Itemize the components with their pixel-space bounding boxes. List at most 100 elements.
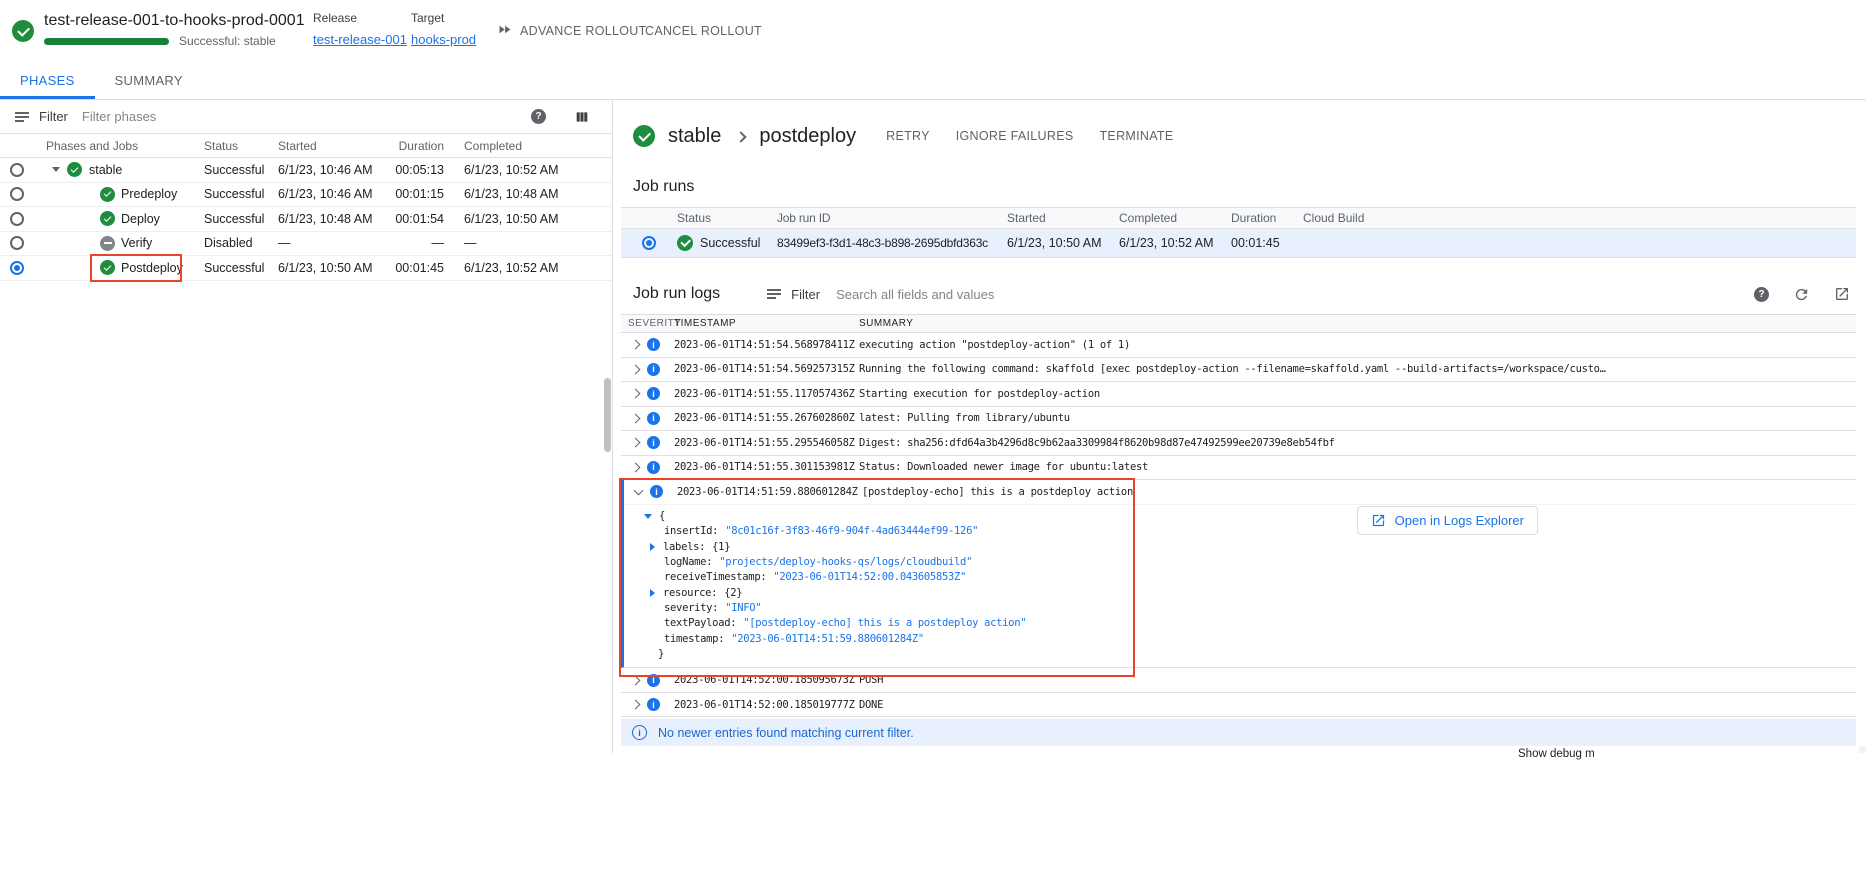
radio-selected-icon[interactable] [642,236,656,250]
collapse-chevron-icon[interactable] [634,485,644,495]
log-summary: Running the following command: skaffold … [859,363,1856,375]
retry-button[interactable]: RETRY [886,129,930,143]
filter-phases-input[interactable] [82,109,531,124]
cancel-rollout-button[interactable]: CANCEL ROLLOUT [645,18,762,44]
refresh-button[interactable] [1793,286,1810,303]
target-block: Target hooks-prod [411,11,476,47]
show-debug-toggle[interactable]: Show debug m [1518,748,1595,760]
open-in-new-button[interactable] [1834,286,1850,302]
job-detail-header: stable postdeploy RETRY IGNORE FAILURES … [633,122,1866,150]
job-run-logs-header: Job run logs Filter [633,276,1856,312]
release-link[interactable]: test-release-001 [313,32,407,47]
radio-icon[interactable] [10,236,24,250]
log-entry-row-expanded[interactable]: 2023-06-01T14:51:59.880601284Z [postdepl… [624,480,1856,505]
tab-phases-label: PHASES [20,73,75,88]
log-json-payload: { insertId:"8c01c16f-3f83-46f9-904f-4ad6… [624,505,1856,668]
target-link[interactable]: hooks-prod [411,32,476,47]
job-row-deploy[interactable]: Deploy Successful 6/1/23, 10:48 AM 00:01… [0,207,612,232]
success-icon [677,235,693,251]
job-run-completed: 6/1/23, 10:52 AM [1119,236,1231,250]
json-value: "[postdeploy-echo] this is a postdeploy … [743,617,1026,629]
column-settings-icon[interactable] [574,109,590,125]
log-entry-expanded: 2023-06-01T14:51:59.880601284Z [postdepl… [621,480,1856,668]
log-summary: [postdeploy-echo] this is a postdeploy a… [862,486,1856,498]
log-summary: Status: Downloaded newer image for ubunt… [859,461,1856,473]
job-run-started: 6/1/23, 10:50 AM [1007,236,1119,250]
expand-chevron-icon[interactable] [631,413,641,423]
target-label: Target [411,11,476,25]
log-entry-row[interactable]: 2023-06-01T14:51:55.117057436Z Starting … [621,382,1856,407]
log-timestamp: 2023-06-01T14:51:59.880601284Z [677,486,862,498]
json-key: resource: [663,587,717,599]
log-entry-row[interactable]: 2023-06-01T14:51:54.568978411Z executing… [621,333,1856,358]
ignore-failures-button[interactable]: IGNORE FAILURES [956,129,1074,143]
info-severity-icon [647,698,660,711]
job-row-verify[interactable]: Verify Disabled — — — [0,232,612,257]
log-entry-row[interactable]: 2023-06-01T14:52:00.185095673Z PUSH [621,668,1856,693]
log-entry-row[interactable]: 2023-06-01T14:51:55.267602860Z latest: P… [621,407,1856,432]
radio-icon[interactable] [10,212,24,226]
log-entry-row[interactable]: 2023-06-01T14:52:00.185019777Z DONE [621,693,1856,718]
log-timestamp: 2023-06-01T14:52:00.185019777Z [674,699,859,711]
help-icon[interactable] [1754,287,1769,302]
json-key: receiveTimestamp: [664,571,766,583]
expand-chevron-icon[interactable] [631,675,641,685]
expand-chevron-icon[interactable] [631,462,641,472]
job-status: Successful [204,187,278,201]
col-started: Started [278,139,394,153]
info-severity-icon [647,461,660,474]
json-key: severity: [664,602,718,614]
logs-filter-label: Filter [791,287,820,302]
open-in-logs-explorer-button[interactable]: Open in Logs Explorer [1357,506,1538,535]
terminate-button[interactable]: TERMINATE [1100,129,1174,143]
json-value: "INFO" [725,602,761,614]
expand-chevron-icon[interactable] [631,438,641,448]
expand-chevron-icon[interactable] [631,700,641,710]
logs-search-input[interactable] [836,287,1754,302]
job-run-status: Successful [700,236,760,250]
radio-selected-icon[interactable] [10,261,24,275]
expand-triangle-icon[interactable] [650,543,655,551]
tabbar: PHASES SUMMARY [0,62,1866,100]
breadcrumb-job: postdeploy [759,125,856,148]
rollout-header: test-release-001-to-hooks-prod-0001 Succ… [0,0,1866,62]
phases-filter-bar: Filter [0,100,612,134]
log-summary: PUSH [859,674,1856,686]
log-entry-row[interactable]: 2023-06-01T14:51:55.301153981Z Status: D… [621,456,1856,481]
radio-icon[interactable] [10,187,24,201]
expand-chevron-icon[interactable] [631,340,641,350]
no-newer-entries-banner: No newer entries found matching current … [621,719,1856,746]
phase-row-stable[interactable]: stable Successful 6/1/23, 10:46 AM 00:05… [0,158,612,183]
release-block: Release test-release-001 [313,11,407,47]
collapse-triangle-icon[interactable] [644,514,652,519]
phase-started: 6/1/23, 10:46 AM [278,163,394,177]
help-icon[interactable] [531,109,546,124]
advance-rollout-label: ADVANCE ROLLOUT [520,24,647,38]
collapse-caret-icon[interactable] [52,167,60,172]
job-row-predeploy[interactable]: Predeploy Successful 6/1/23, 10:46 AM 00… [0,183,612,208]
col-started: Started [1007,211,1119,225]
log-timestamp: 2023-06-01T14:51:54.569257315Z [674,363,859,375]
col-duration: Duration [394,139,444,153]
tab-summary[interactable]: SUMMARY [95,62,203,99]
json-key: insertId: [664,525,718,537]
info-icon [632,725,647,740]
job-status: Disabled [204,236,278,250]
radio-icon[interactable] [10,163,24,177]
expand-chevron-icon[interactable] [631,389,641,399]
log-timestamp: 2023-06-01T14:51:55.117057436Z [674,388,859,400]
json-value: "projects/deploy-hooks-qs/logs/cloudbuil… [719,556,972,568]
log-entry-row[interactable]: 2023-06-01T14:51:55.295546058Z Digest: s… [621,431,1856,456]
tab-phases[interactable]: PHASES [0,62,95,99]
job-run-row[interactable]: Successful 83499ef3-f3d1-48c3-b898-2695d… [621,229,1856,258]
expand-triangle-icon[interactable] [650,589,655,597]
panel-scrollbar-thumb[interactable] [604,378,611,452]
advance-rollout-button[interactable]: ADVANCE ROLLOUT [497,18,647,44]
job-row-postdeploy[interactable]: Postdeploy Successful 6/1/23, 10:50 AM 0… [0,256,612,281]
job-status: Successful [204,212,278,226]
log-entry-row[interactable]: 2023-06-01T14:51:54.569257315Z Running t… [621,358,1856,383]
info-severity-icon [647,674,660,687]
page-title: test-release-001-to-hooks-prod-0001 [44,12,305,30]
col-severity: SEVERITY [621,318,674,329]
expand-chevron-icon[interactable] [631,364,641,374]
